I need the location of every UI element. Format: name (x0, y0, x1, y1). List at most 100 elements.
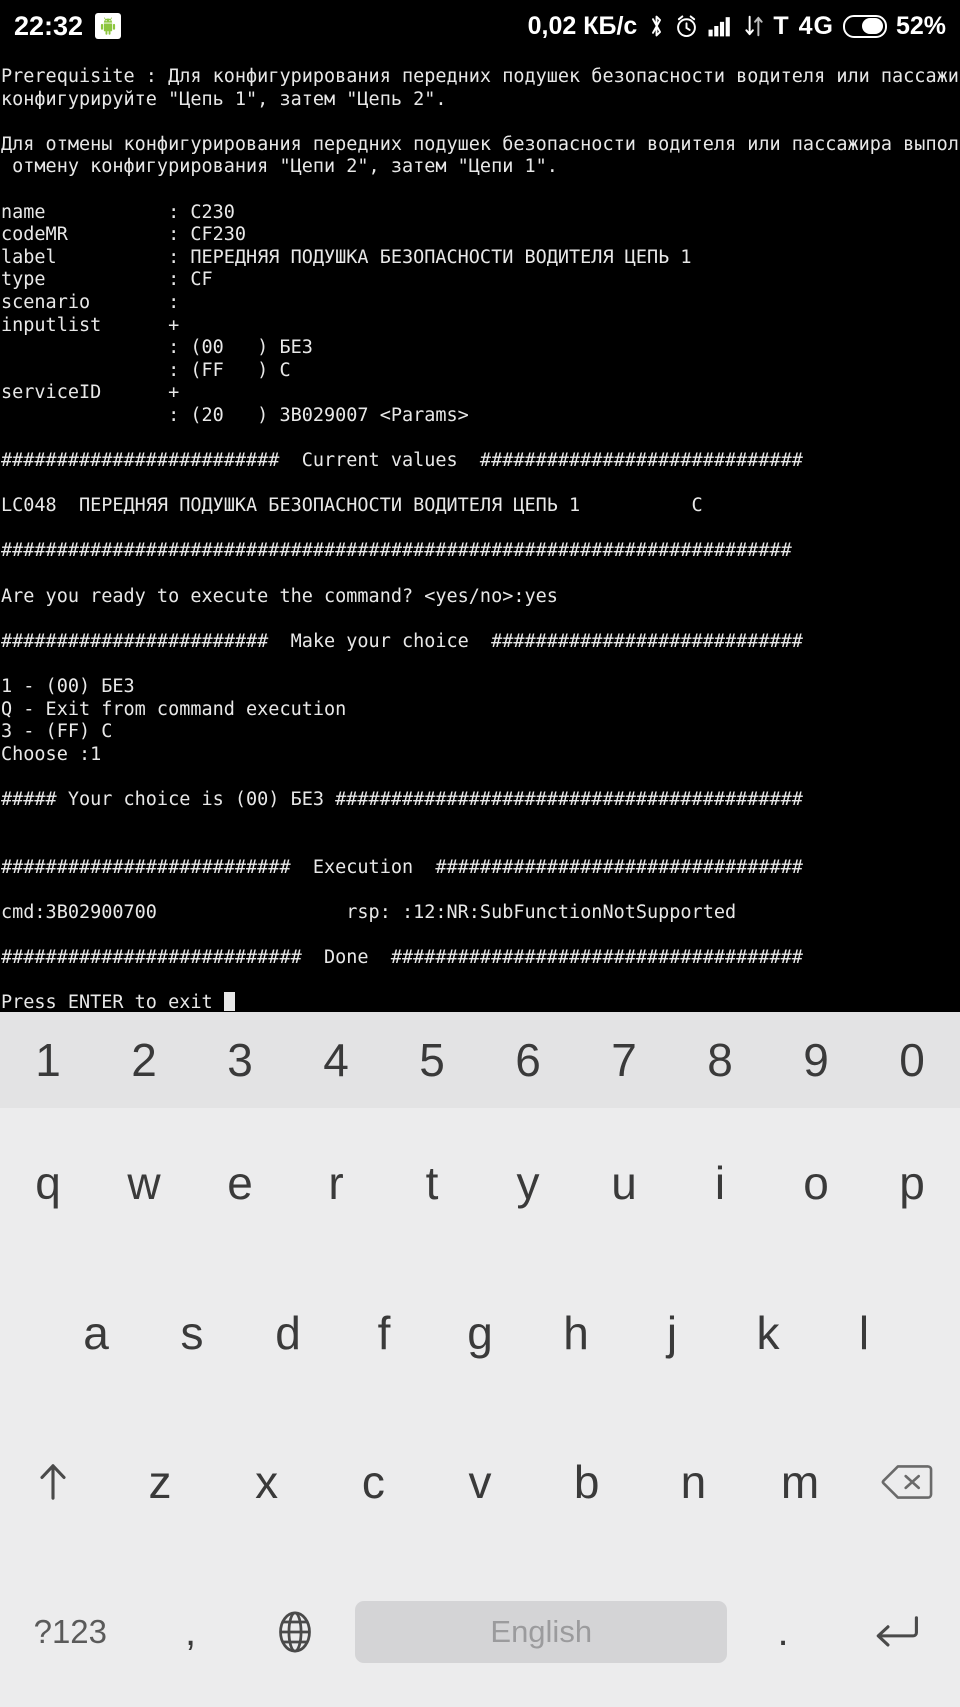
key-j[interactable]: j (624, 1258, 720, 1408)
backspace-key[interactable] (853, 1408, 960, 1558)
key-m[interactable]: m (747, 1408, 854, 1558)
status-bar-left: 22:32 (14, 11, 122, 42)
keyboard-number-row: 1234567890 (0, 1012, 960, 1108)
terminal-line: type : CF (1, 269, 213, 291)
key-a[interactable]: a (48, 1258, 144, 1408)
terminal-line: Press ENTER to exit (0, 992, 960, 1012)
terminal-line: конфигурируйте "Цепь 1", затем "Цепь 2". (1, 88, 447, 110)
key-8[interactable]: 8 (672, 1012, 768, 1108)
key-7[interactable]: 7 (576, 1012, 672, 1108)
comma-key[interactable]: , (141, 1557, 241, 1707)
phone-screen: 22:32 0,02 КБ/c T 4G 52% Prerequisite: … (0, 0, 960, 1707)
status-bar-right: 0,02 КБ/c T 4G 52% (528, 12, 946, 41)
onscreen-keyboard[interactable]: 1234567890 qwertyuiop asdfghjkl zxcvbnm (0, 1012, 960, 1707)
terminal-line: serviceID + (1, 382, 180, 404)
key-l[interactable]: l (816, 1258, 912, 1408)
carrier-label: T (773, 11, 790, 40)
key-4[interactable]: 4 (288, 1012, 384, 1108)
key-p[interactable]: p (864, 1108, 960, 1258)
key-5[interactable]: 5 (384, 1012, 480, 1108)
period-key[interactable]: . (733, 1557, 833, 1707)
terminal-line: : (FF ) C (1, 359, 291, 381)
keyboard-row-bottom: ?123 , English . (0, 1557, 960, 1707)
key-z[interactable]: z (107, 1408, 214, 1558)
terminal-cursor (223, 992, 235, 1012)
terminal-line: Choose :1 (1, 743, 102, 765)
terminal-line: name : C230 (1, 201, 235, 223)
battery-icon (842, 14, 887, 38)
key-f[interactable]: f (336, 1258, 432, 1408)
battery-percent-label: 52% (895, 11, 946, 40)
shift-arrow-up-icon (33, 1460, 73, 1504)
key-b[interactable]: b (533, 1408, 640, 1558)
terminal-line: inputlist + (1, 314, 180, 336)
key-e[interactable]: e (192, 1108, 288, 1258)
key-s[interactable]: s (144, 1258, 240, 1408)
key-0[interactable]: 0 (864, 1012, 960, 1108)
terminal-line: ##### Your choice is (00) БЕЗ ##########… (1, 789, 803, 810)
enter-return-arrow-icon (872, 1610, 922, 1654)
space-key[interactable]: English (355, 1601, 728, 1664)
terminal-line: Are you ready to execute the command? <y… (1, 585, 558, 607)
terminal-line: 3 - (FF) C (1, 721, 113, 743)
key-3[interactable]: 3 (192, 1012, 288, 1108)
signal-bars-icon (708, 15, 735, 37)
key-v[interactable]: v (427, 1408, 534, 1558)
key-6[interactable]: 6 (480, 1012, 576, 1108)
key-9[interactable]: 9 (768, 1012, 864, 1108)
key-u[interactable]: u (576, 1108, 672, 1258)
key-n[interactable]: n (640, 1408, 747, 1558)
network-type-label: 4G (798, 11, 834, 40)
terminal-line: Q - Exit from command execution (1, 698, 347, 720)
terminal-line: LC048 ПЕРЕДНЯЯ ПОДУШКА БЕЗОПАСНОСТИ ВОДИ… (1, 495, 703, 517)
bluetooth-icon (648, 13, 665, 39)
key-t[interactable]: t (384, 1108, 480, 1258)
key-w[interactable]: w (96, 1108, 192, 1258)
key-2[interactable]: 2 (96, 1012, 192, 1108)
data-transfer-arrows-icon (744, 14, 764, 38)
terminal-line: 1 - (00) БЕЗ (1, 676, 135, 698)
battery-fill (862, 18, 884, 34)
key-x[interactable]: x (213, 1408, 320, 1558)
language-switch-key[interactable] (240, 1557, 349, 1707)
key-c[interactable]: c (320, 1408, 427, 1558)
key-i[interactable]: i (672, 1108, 768, 1258)
terminal-output[interactable]: Prerequisite : Для конфигурирования пере… (0, 52, 960, 1012)
key-g[interactable]: g (432, 1258, 528, 1408)
key-r[interactable]: r (288, 1108, 384, 1258)
terminal-line: ######################## Make your choic… (1, 630, 803, 652)
key-d[interactable]: d (240, 1258, 336, 1408)
key-o[interactable]: o (768, 1108, 864, 1258)
key-k[interactable]: k (720, 1258, 816, 1408)
shift-key[interactable] (0, 1408, 107, 1558)
alarm-clock-icon (674, 14, 699, 39)
enter-key[interactable] (833, 1557, 960, 1707)
android-robot-icon (95, 13, 122, 39)
keyboard-row-zxcv: zxcvbnm (0, 1407, 960, 1558)
terminal-line: ########################### Done #######… (1, 947, 803, 969)
terminal-line: : (00 ) БЕЗ (1, 337, 313, 359)
key-1[interactable]: 1 (0, 1012, 96, 1108)
key-y[interactable]: y (480, 1108, 576, 1258)
symbols-key[interactable]: ?123 (0, 1557, 141, 1707)
terminal-line: cmd:3B02900700 rsp: :12:NR:SubFunctionNo… (1, 901, 737, 923)
status-bar: 22:32 0,02 КБ/c T 4G 52% (0, 0, 960, 52)
globe-language-icon (272, 1607, 318, 1657)
key-h[interactable]: h (528, 1258, 624, 1408)
key-q[interactable]: q (0, 1108, 96, 1258)
terminal-line: : (20 ) 3B029007 <Params> (1, 404, 469, 426)
terminal-line: ######################### Current values… (1, 450, 803, 472)
terminal-line: label : ПЕРЕДНЯЯ ПОДУШКА БЕЗОПАСНОСТИ ВО… (1, 246, 692, 268)
